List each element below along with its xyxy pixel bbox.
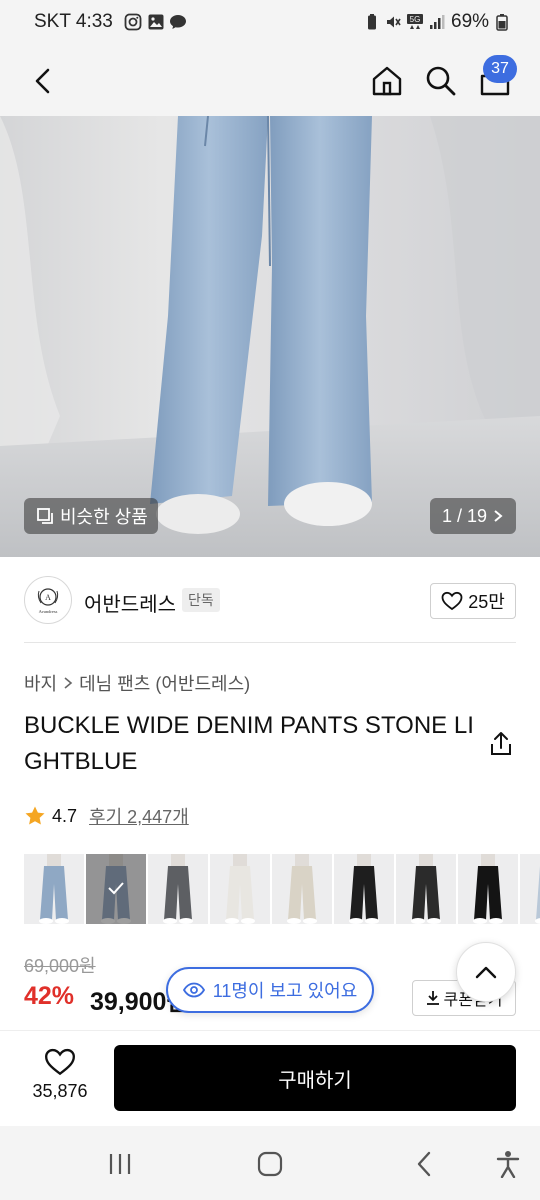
color-option-thumb[interactable] [210,854,270,924]
color-option-thumb[interactable] [520,854,540,924]
color-option-thumb[interactable] [86,854,146,924]
wishlist-count: 35,876 [32,1081,88,1101]
color-option-photo [148,854,208,924]
similar-products-button[interactable]: 비슷한 상품 [24,498,158,534]
original-price: 69,000원 [24,956,96,976]
live-viewers-toast: 11명이 보고 있어요 [166,967,374,1013]
color-option-photo [24,854,84,924]
color-option-photo [396,854,456,924]
divider [24,642,516,643]
color-option-photo [458,854,518,924]
chat-icon [170,15,186,29]
home-nav-button[interactable] [250,1144,290,1184]
chevron-up-icon [475,966,497,979]
carrier-time: SKT 4:33 [34,11,113,32]
wishlist-button[interactable]: 35,876 [24,1047,96,1117]
chevron-right-icon [494,510,503,522]
instagram-icon [124,13,142,31]
gallery-icon [148,14,164,30]
battery-icon [496,14,508,31]
svg-text:5G: 5G [410,15,421,24]
accessibility-button[interactable] [488,1144,528,1184]
app-header [0,46,540,116]
chevron-left-icon [35,68,50,94]
color-option-thumb[interactable] [24,854,84,924]
live-viewers-text: 11명이 보고 있어요 [212,981,358,1001]
chevron-right-icon [64,677,73,689]
rating-value: 4.7 [52,805,78,826]
color-option-photo [272,854,332,924]
recent-apps-button[interactable] [100,1144,140,1184]
home-nav-icon [257,1151,283,1177]
color-option-thumb[interactable] [148,854,208,924]
buy-button[interactable]: 구매하기 [114,1045,516,1111]
exclusive-tag: 단독 [182,588,220,612]
brand-name[interactable]: 어반드레스 [84,588,176,617]
brand-logo-emblem: A Avandress [37,588,59,614]
product-image-carousel[interactable]: 비슷한 상품 1 / 19 [0,116,540,557]
scroll-top-button[interactable] [456,942,516,1002]
color-option-photo [334,854,394,924]
system-nav-bar [0,1126,540,1200]
search-button[interactable] [416,56,466,106]
battery-percent: 69% [451,11,490,32]
signal-icon [430,15,445,29]
download-icon [426,991,439,1005]
product-title: BUCKLE WIDE DENIM PANTS STONE LIGHTBLUE [24,712,474,775]
color-options [24,854,540,924]
color-option-photo [210,854,270,924]
back-nav-icon [417,1151,431,1177]
similar-products-label: 비슷한 상품 [60,507,148,527]
accessibility-icon [496,1151,520,1178]
cart-count-badge: 37 [483,55,517,83]
back-nav-button[interactable] [404,1144,444,1184]
product-photo [0,116,540,557]
color-option-photo [520,854,540,924]
color-option-thumb[interactable] [272,854,332,924]
share-button[interactable] [484,727,518,761]
breadcrumb-category[interactable]: 바지 [24,670,57,696]
svg-text:A: A [45,593,51,602]
recent-apps-icon [109,1154,131,1174]
eye-icon [182,982,205,998]
brand-like-count: 25만 [468,592,505,612]
brand-like-button[interactable]: 25만 [430,583,516,619]
color-option-thumb[interactable] [458,854,518,924]
discount-rate: 42% [24,982,75,1010]
battery-saver-icon [368,14,376,30]
mute-icon [387,16,401,28]
home-button[interactable] [362,56,412,106]
purchase-bar: 35,876 구매하기 [0,1030,540,1126]
rating-row: 4.7 후기 2,447개 [24,803,189,829]
brand-logo-text: Avandress [39,609,58,614]
heart-outline-icon [45,1048,75,1076]
breadcrumb: 바지 데님 팬츠 (어반드레스) [24,670,250,696]
color-option-thumb[interactable] [334,854,394,924]
color-option-thumb[interactable] [396,854,456,924]
check-icon [108,882,124,895]
image-pager-text: 1 / 19 [442,505,488,526]
image-pager[interactable]: 1 / 19 [430,498,516,534]
share-icon [491,732,511,755]
5g-signal-icon: 5G [407,14,423,29]
copy-icon [37,508,53,524]
back-button[interactable] [18,56,68,106]
breadcrumb-subcategory[interactable]: 데님 팬츠 (어반드레스) [79,670,250,696]
status-bar: SKT 4:33 5G 69% [0,0,540,46]
star-icon [25,806,45,825]
brand-logo[interactable]: A Avandress [24,576,72,624]
heart-outline-icon [441,591,463,611]
review-count-link[interactable]: 후기 2,447개 [89,803,189,829]
home-icon [372,66,402,96]
brand-row: A Avandress 어반드레스 단독 25만 [0,558,540,642]
search-icon [426,66,456,96]
